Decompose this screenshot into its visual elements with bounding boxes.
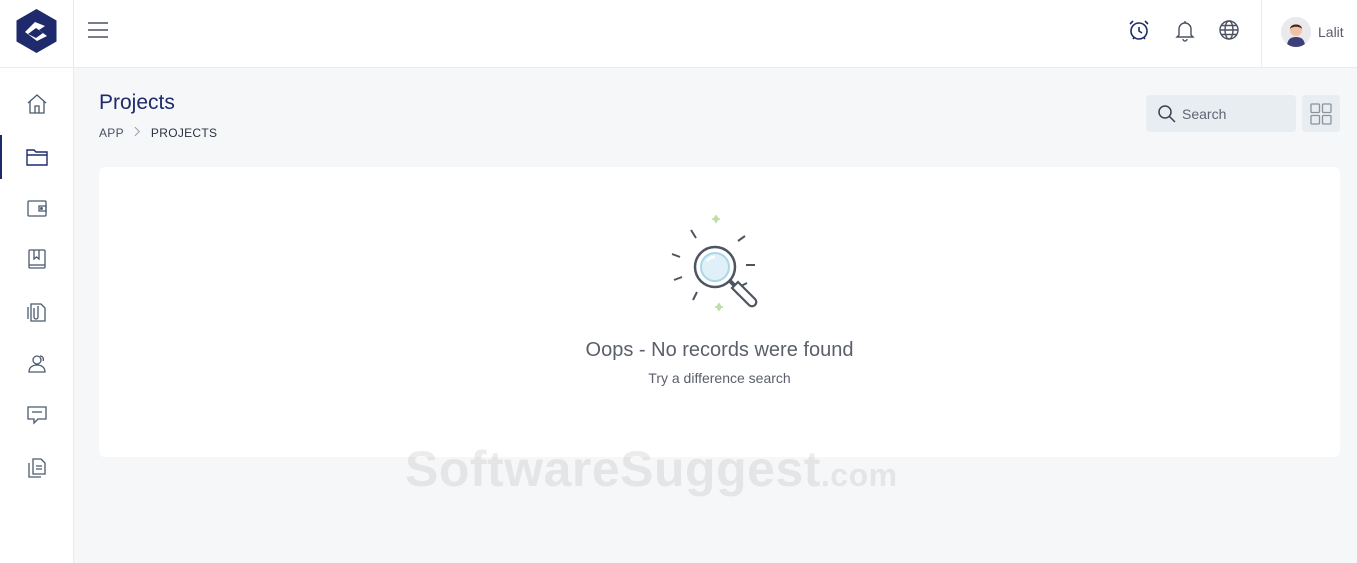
folder-icon [25,149,48,166]
sidebar-item-documents[interactable] [0,290,73,334]
breadcrumb: APP PROJECTS [99,126,217,140]
search-icon [1158,104,1176,123]
magnifier-illustration-icon [669,214,769,319]
home-icon [27,94,46,114]
chat-icon [26,406,47,425]
header-divider [1261,0,1262,68]
sidebar-divider [0,67,74,68]
search-box[interactable] [1146,95,1296,132]
sidebar-item-messages[interactable] [0,393,73,437]
sidebar-item-home[interactable] [0,82,73,126]
book-icon [27,249,46,269]
sidebar [0,0,74,563]
breadcrumb-item-projects: PROJECTS [150,126,218,140]
sidebar-item-files[interactable] [0,446,73,490]
users-icon [27,355,46,373]
watermark-suffix: .com [820,457,898,493]
chevron-right-icon [134,126,141,140]
empty-state-title: Oops - No records were found [585,339,854,361]
grid-icon [1310,102,1332,125]
user-name: Lalit [1318,24,1344,40]
empty-state-subtitle: Try a difference search [648,370,791,386]
bell-icon[interactable] [1173,18,1197,42]
sidebar-item-users[interactable] [0,342,73,386]
alarm-clock-icon[interactable] [1127,18,1151,42]
top-bar: Lalit [74,0,1357,68]
sidebar-item-projects[interactable] [0,135,73,179]
search-input[interactable] [1182,105,1292,122]
brand-logo[interactable] [15,8,58,54]
watermark-main: SoftwareSuggest [405,441,821,497]
globe-icon[interactable] [1217,18,1241,42]
grid-view-button[interactable] [1302,95,1340,132]
sidebar-item-wallet[interactable] [0,186,73,230]
page-title: Projects [99,91,175,114]
watermark: SoftwareSuggest.com [405,440,898,498]
clip-document-icon [26,303,46,322]
wallet-icon [26,200,47,217]
avatar [1281,17,1311,47]
sidebar-item-bookmarks[interactable] [0,237,73,281]
menu-toggle-icon[interactable] [86,18,110,42]
user-menu[interactable]: Lalit [1281,17,1344,47]
breadcrumb-item-app[interactable]: APP [99,126,124,140]
files-icon [27,458,46,478]
projects-card: Oops - No records were found Try a diffe… [99,167,1340,457]
